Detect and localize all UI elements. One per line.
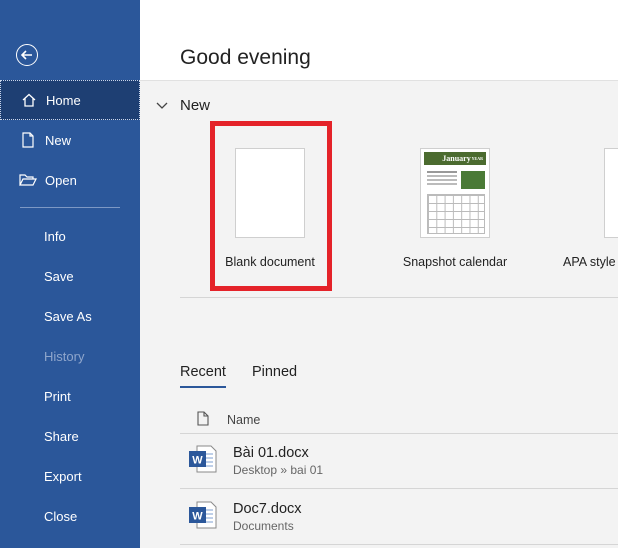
sidebar-item-home[interactable]: Home [0,80,140,120]
calendar-thumb-month: January [442,154,471,163]
tab-recent[interactable]: Recent [180,364,226,388]
sidebar-item-info[interactable]: Info [0,216,140,256]
file-list-header: Name [180,406,618,434]
column-header-name[interactable]: Name [227,413,260,427]
sidebar-item-label: Export [44,468,82,484]
calendar-thumb-photo [461,171,485,189]
sidebar-item-label: Info [44,228,66,244]
file-path: Documents [233,519,294,533]
template-label: Snapshot calendar [402,255,508,269]
home-pane: Good evening New Blank document January … [140,0,618,548]
sidebar-item-open[interactable]: Open [0,160,140,200]
word-document-icon: W [188,500,233,535]
section-title: New [180,97,211,114]
calendar-thumb-year: YEAR [471,156,483,161]
back-arrow-icon[interactable] [16,44,38,66]
chevron-down-icon [156,97,172,114]
sidebar-item-label: Open [45,172,77,188]
sidebar-item-export[interactable]: Export [0,456,140,496]
home-icon [20,91,38,109]
file-name: Doc7.docx [233,501,302,517]
sidebar-item-label: Share [44,428,79,444]
sidebar-item-close[interactable]: Close [0,496,140,536]
file-path: Desktop » bai 01 [233,463,324,477]
sidebar-item-label: Save [44,268,74,284]
template-label: APA style r [563,255,618,269]
recent-pinned-tabs: Recent Pinned [180,364,323,388]
file-type-icon [197,410,227,429]
sidebar-item-history: History [0,336,140,376]
new-section-toggle[interactable]: New [156,97,210,114]
apa-style-thumbnail [604,148,618,238]
open-folder-icon [19,171,37,189]
backstage-sidebar: Home New Open Info Save Save As History … [0,0,140,548]
svg-text:W: W [192,454,203,466]
sidebar-item-label: Print [44,388,71,404]
recent-file-row[interactable]: W Bài 01.docx Desktop » bai 01 [180,434,618,489]
word-document-icon: W [188,444,233,479]
sidebar-item-label: Close [44,508,78,524]
calendar-thumb-header: January YEAR [424,152,486,165]
sidebar-item-label: Save As [44,308,92,324]
template-apa-style[interactable]: APA style r [550,148,618,269]
highlight-box [210,121,332,291]
new-document-icon [19,131,37,149]
page-title: Good evening [180,46,311,69]
svg-text:W: W [192,510,203,522]
section-divider [180,297,618,298]
tab-pinned[interactable]: Pinned [252,364,297,388]
sidebar-item-save[interactable]: Save [0,256,140,296]
sidebar-item-share[interactable]: Share [0,416,140,456]
sidebar-item-new[interactable]: New [0,120,140,160]
sidebar-divider [20,207,120,208]
recent-file-row[interactable]: W Doc7.docx Documents [180,490,618,545]
sidebar-item-label: History [44,348,85,364]
sidebar-item-print[interactable]: Print [0,376,140,416]
calendar-thumb-text [427,171,457,173]
template-snapshot-calendar[interactable]: January YEAR Snapshot calendar [375,148,535,269]
sidebar-item-label: New [45,132,72,148]
sidebar-item-label: Home [46,92,81,108]
sidebar-item-save-as[interactable]: Save As [0,296,140,336]
greeting-banner: Good evening [140,0,618,81]
calendar-thumb-grid [427,194,485,234]
snapshot-calendar-thumbnail: January YEAR [420,148,490,238]
file-name: Bài 01.docx [233,445,309,461]
